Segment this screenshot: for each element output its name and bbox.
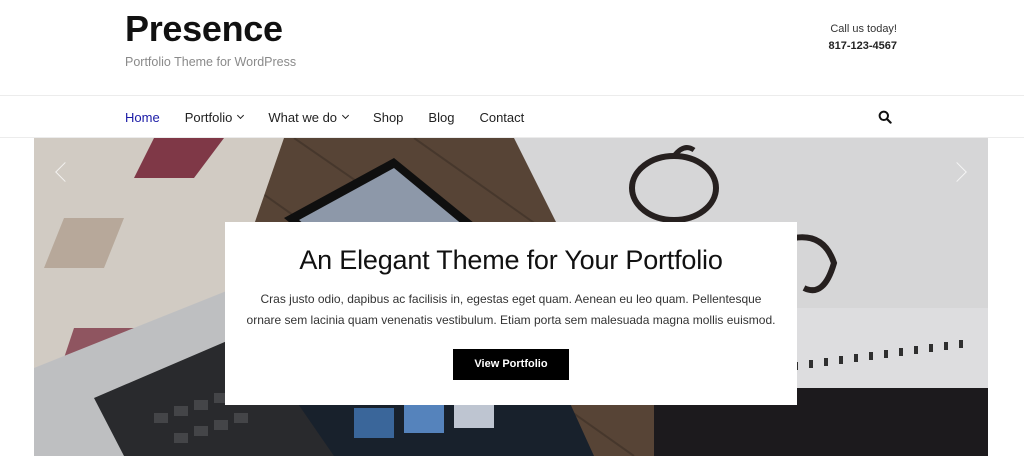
nav-item-label: Blog	[428, 109, 455, 125]
site-title[interactable]: Presence	[125, 8, 283, 50]
nav-item-shop[interactable]: Shop	[373, 110, 403, 125]
nav-item-blog[interactable]: Blog	[428, 110, 454, 125]
search-button[interactable]	[878, 110, 892, 124]
nav-item-portfolio[interactable]: Portfolio	[184, 109, 245, 125]
nav-list: Home Portfolio What we do Shop Blog Cont…	[125, 96, 549, 138]
call-label: Call us today!	[830, 23, 897, 35]
nav-item-contact[interactable]: Contact	[479, 110, 524, 125]
hero-heading: An Elegant Theme for Your Portfolio	[299, 245, 723, 275]
phone-number[interactable]: 817-123-4567	[828, 40, 897, 52]
nav-item-what-we-do[interactable]: What we do	[268, 109, 350, 125]
nav-item-label: Shop	[373, 109, 404, 125]
nav-item-label: Contact	[479, 109, 525, 125]
site-tagline: Portfolio Theme for WordPress	[125, 55, 297, 69]
nav-item-label: Home	[125, 109, 160, 125]
site-header: Presence Portfolio Theme for WordPress C…	[0, 0, 1024, 95]
nav-item-home[interactable]: Home	[125, 110, 160, 125]
chevron-down-icon	[237, 111, 245, 120]
hero-text: Cras justo odio, dapibus ac facilisis in…	[246, 292, 776, 327]
view-portfolio-button[interactable]: View Portfolio	[453, 349, 569, 380]
nav-item-label: What we do	[268, 109, 338, 125]
search-icon	[878, 110, 892, 124]
nav-item-label: Portfolio	[184, 109, 233, 125]
main-nav: Home Portfolio What we do Shop Blog Cont…	[0, 95, 1024, 138]
hero-card: An Elegant Theme for Your Portfolio Cras…	[225, 222, 797, 405]
chevron-down-icon	[342, 111, 350, 120]
